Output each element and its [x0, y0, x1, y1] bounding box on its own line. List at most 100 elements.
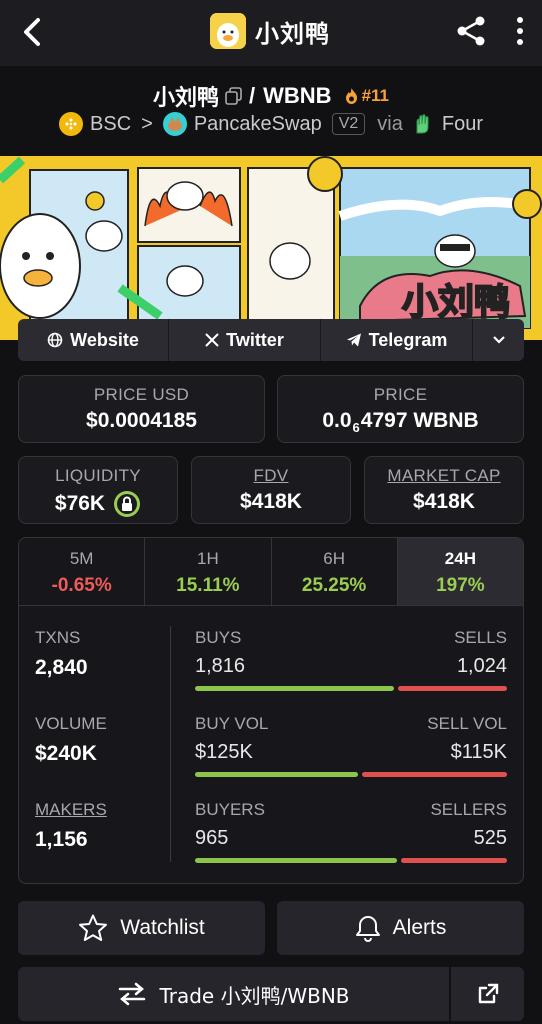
- tab-1h[interactable]: 1H 15.11%: [145, 538, 272, 605]
- txns-value: 2,840: [35, 656, 88, 679]
- tab-5m[interactable]: 5M -0.65%: [19, 538, 146, 605]
- buyers-sellers-stat: BUYERS SELLERS 965 525: [195, 800, 507, 863]
- external-link-icon: [478, 983, 498, 1004]
- svg-text:小刘鸭: 小刘鸭: [402, 282, 510, 323]
- stats-panel: 5M -0.65% 1H 15.11% 6H 25.25% 24H 197% T…: [18, 537, 524, 884]
- price-native-card: PRICE 0.0 6 4797 WBNB: [277, 375, 524, 443]
- telegram-icon: [346, 333, 361, 347]
- market-cap-card[interactable]: MARKET CAP $418K: [364, 456, 524, 524]
- trending-rank[interactable]: #11: [344, 86, 389, 106]
- buys-sells-stat: BUYS SELLS 1,816 1,024: [195, 628, 507, 691]
- volume-label: VOLUME: [35, 714, 107, 733]
- tab-change: 197%: [436, 575, 485, 596]
- volume-split-bar: [195, 772, 507, 777]
- dex-version-badge: V2: [331, 113, 366, 135]
- chevron-down-icon: [492, 336, 505, 344]
- twitter-link[interactable]: Twitter: [169, 319, 321, 361]
- buys-sells-bar: [195, 686, 507, 691]
- four-meme-icon: [411, 112, 435, 136]
- chevron-right-icon: >: [141, 112, 153, 135]
- fdv-value: $418K: [240, 490, 302, 513]
- liquidity-card: LIQUIDITY $76K: [18, 456, 178, 524]
- liquidity-value: $76K: [54, 492, 106, 515]
- market-cap-value: $418K: [413, 490, 475, 513]
- sellers-bar-fill: [401, 858, 507, 863]
- buy-vol-label: BUY VOL: [195, 714, 269, 733]
- bsc-icon: [59, 112, 84, 136]
- alerts-label: Alerts: [392, 916, 447, 939]
- expand-links-button[interactable]: [473, 319, 524, 361]
- share-icon[interactable]: [454, 14, 488, 48]
- tab-label: 24H: [444, 549, 476, 568]
- buyers-value: 965: [195, 827, 229, 849]
- makers-value: 1,156: [35, 828, 88, 851]
- tab-change: 25.25%: [301, 575, 367, 596]
- buy-vol-value: $125K: [195, 741, 253, 763]
- website-link[interactable]: Website: [18, 319, 169, 361]
- price-native-zeros: 6: [352, 419, 360, 435]
- pancakeswap-icon: [162, 112, 187, 136]
- token-banner-image: 小刘鸭: [0, 156, 542, 340]
- lock-icon[interactable]: [113, 490, 141, 518]
- sell-vol-label: SELL VOL: [427, 714, 507, 733]
- price-usd-value: $0.0004185: [86, 409, 197, 432]
- price-usd-label: PRICE USD: [93, 385, 190, 404]
- chain-name[interactable]: BSC: [90, 113, 131, 136]
- volume-stat: VOLUME $240K: [35, 714, 107, 766]
- dex-name[interactable]: PancakeSwap: [194, 113, 322, 136]
- liquidity-label: LIQUIDITY: [55, 466, 141, 485]
- token-title: 小刘鸭: [210, 13, 330, 49]
- makers-label: MAKERS: [35, 800, 107, 819]
- more-options-icon[interactable]: [510, 14, 530, 48]
- trade-button[interactable]: Trade 小刘鸭/WBNB: [18, 967, 449, 1021]
- fdv-label: FDV: [253, 466, 289, 485]
- volume-split-stat: BUY VOL SELL VOL $125K $115K: [195, 714, 507, 777]
- buys-value: 1,816: [195, 655, 246, 677]
- buyers-label: BUYERS: [195, 800, 265, 819]
- trade-label: Trade 小刘鸭/WBNB: [159, 983, 350, 1008]
- watchlist-label: Watchlist: [120, 916, 205, 939]
- tab-label: 5M: [69, 549, 94, 568]
- sellers-value: 525: [473, 827, 507, 849]
- pair-header: 小刘鸭 / WBNB #11 BSC > PancakeSwap V2 via …: [0, 66, 542, 156]
- back-arrow-icon[interactable]: [18, 14, 48, 50]
- launchpad-name[interactable]: Four: [442, 113, 483, 136]
- website-label: Website: [70, 329, 139, 350]
- star-icon: [79, 914, 108, 941]
- tab-change: -0.65%: [51, 575, 112, 596]
- token-name: 小刘鸭: [255, 19, 330, 48]
- makers-stat[interactable]: MAKERS 1,156: [35, 800, 107, 852]
- txns-stat: TXNS 2,840: [35, 628, 88, 680]
- swap-icon: [119, 982, 146, 1006]
- tab-24h[interactable]: 24H 197%: [397, 538, 523, 605]
- sells-label: SELLS: [454, 628, 507, 647]
- open-external-button[interactable]: [451, 967, 524, 1021]
- buys-bar-fill: [195, 686, 395, 691]
- copy-icon[interactable]: [225, 87, 243, 105]
- quote-token: WBNB: [263, 83, 332, 108]
- buyers-sellers-bar: [195, 858, 507, 863]
- token-logo: [210, 13, 246, 49]
- alerts-button[interactable]: Alerts: [277, 901, 524, 955]
- social-links-bar: Website Twitter Telegram: [18, 319, 524, 361]
- price-native-prefix: 0.0: [322, 409, 352, 432]
- via-label: via: [377, 112, 403, 135]
- tab-label: 1H: [197, 549, 219, 568]
- txns-label: TXNS: [35, 628, 81, 647]
- fdv-card[interactable]: FDV $418K: [191, 456, 351, 524]
- price-native-label: PRICE: [373, 385, 428, 404]
- buyers-bar-fill: [195, 858, 398, 863]
- pair-slash: /: [249, 83, 256, 108]
- watchlist-button[interactable]: Watchlist: [18, 901, 265, 955]
- telegram-link[interactable]: Telegram: [321, 319, 473, 361]
- telegram-label: Telegram: [368, 329, 448, 350]
- globe-icon: [47, 332, 63, 348]
- price-native-rest: 4797 WBNB: [360, 409, 479, 432]
- tab-change: 15.11%: [176, 575, 240, 596]
- timeframe-tabs: 5M -0.65% 1H 15.11% 6H 25.25% 24H 197%: [19, 538, 523, 606]
- x-icon: [205, 333, 219, 347]
- tab-6h[interactable]: 6H 25.25%: [272, 538, 398, 605]
- price-native-value: 0.0 6 4797 WBNB: [278, 409, 523, 435]
- sell-vol-bar-fill: [361, 772, 507, 777]
- pair-title: 小刘鸭 / WBNB #11: [0, 80, 542, 112]
